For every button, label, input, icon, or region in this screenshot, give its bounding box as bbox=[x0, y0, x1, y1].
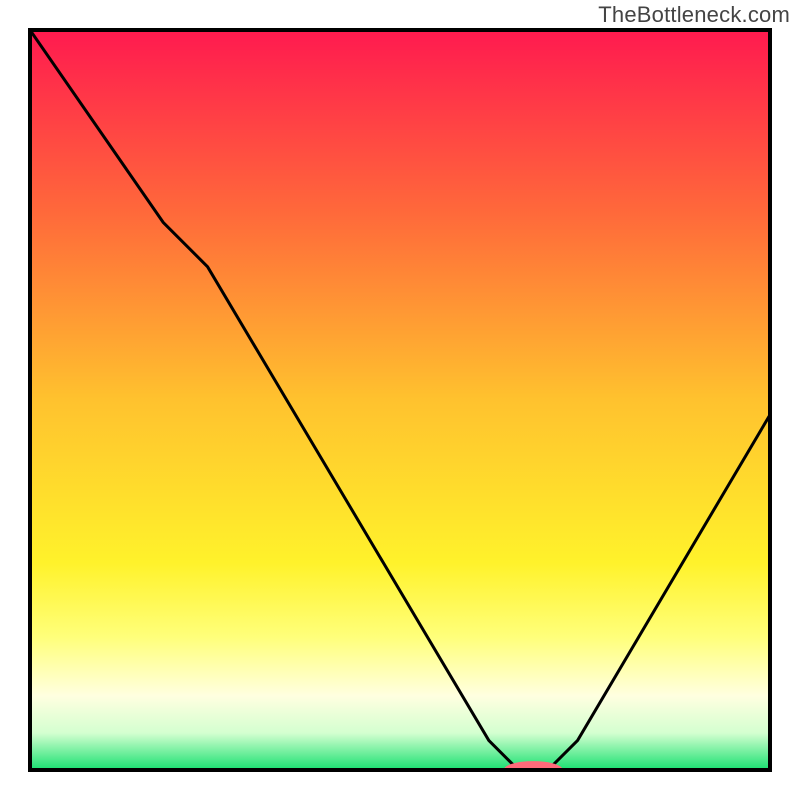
watermark-text: TheBottleneck.com bbox=[598, 2, 790, 28]
gradient-background bbox=[30, 30, 770, 770]
plot-area bbox=[30, 30, 770, 779]
bottleneck-chart bbox=[0, 0, 800, 800]
chart-frame: TheBottleneck.com bbox=[0, 0, 800, 800]
